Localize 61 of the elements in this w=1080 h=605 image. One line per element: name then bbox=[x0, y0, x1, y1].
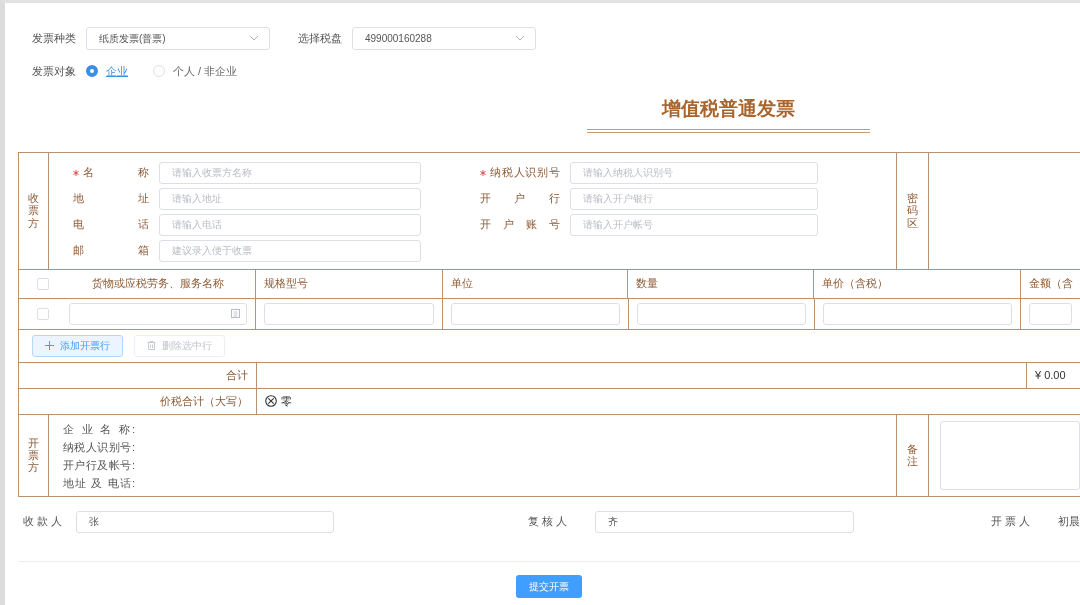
signer-label: 收 款 人 bbox=[23, 514, 64, 530]
field-label: 开 户 账 号 bbox=[480, 217, 560, 233]
input-field[interactable]: 请输入收票方名称 bbox=[159, 161, 421, 184]
input-field[interactable] bbox=[68, 302, 247, 325]
radio-label[interactable]: 个人 / 非企业 bbox=[173, 62, 238, 80]
input-field[interactable]: 请输入纳税人识别号 bbox=[570, 161, 818, 184]
plus-icon bbox=[45, 341, 54, 350]
input-field[interactable] bbox=[263, 302, 434, 325]
input-field[interactable] bbox=[1029, 302, 1072, 325]
column-header: 规格型号 bbox=[263, 276, 308, 292]
input-field[interactable]: 请输入开户银行 bbox=[570, 187, 818, 210]
input-field[interactable]: 请输入电话 bbox=[159, 213, 421, 236]
column-header: 单位 bbox=[450, 276, 473, 292]
input-field[interactable] bbox=[636, 302, 806, 325]
section-label: 密码区 bbox=[907, 192, 918, 229]
field-label: 企 业 名 称: bbox=[63, 421, 135, 437]
checkbox[interactable] bbox=[37, 307, 49, 320]
column-header: 数量 bbox=[636, 276, 659, 292]
input-field[interactable]: 齐 bbox=[595, 510, 854, 533]
input-field[interactable] bbox=[822, 302, 1013, 325]
field-label: 地址 及 电话: bbox=[63, 475, 135, 491]
select-field[interactable]: 499000160288 bbox=[352, 26, 536, 50]
trash-icon bbox=[147, 341, 156, 350]
column-header: 货物或应税劳务、服务名称 bbox=[91, 276, 224, 292]
total-label: 合计 bbox=[226, 367, 248, 383]
signer-label: 开 票 人 bbox=[990, 514, 1031, 530]
remarks-field[interactable] bbox=[940, 420, 1080, 490]
radio-button[interactable] bbox=[86, 65, 98, 77]
chevron-down-icon bbox=[515, 35, 525, 41]
field-label: 名 称 bbox=[83, 165, 149, 181]
input-field[interactable] bbox=[450, 302, 620, 325]
field-label: 电 话 bbox=[73, 217, 149, 233]
input-field[interactable]: 张 bbox=[75, 510, 334, 533]
signer-name: 初晨 bbox=[1058, 514, 1080, 530]
list-icon bbox=[230, 309, 240, 318]
section-label: 备注 bbox=[907, 442, 918, 468]
column-header: 单价（含税） bbox=[822, 276, 889, 292]
signer-label: 复 核 人 bbox=[527, 514, 569, 530]
field-label: 发票种类 bbox=[32, 30, 76, 46]
field-label: 开 户 行 bbox=[480, 191, 560, 207]
total-label: 价税合计（大写） bbox=[160, 393, 248, 409]
field-label: 发票对象 bbox=[32, 63, 76, 79]
field-label: 纳税人识别号: bbox=[63, 439, 135, 455]
field-label: 开户行及帐号: bbox=[63, 457, 135, 473]
radio-label[interactable]: 企业 bbox=[106, 62, 128, 80]
input-field[interactable]: 请输入开户帐号 bbox=[570, 213, 818, 236]
column-header: 金额（含 bbox=[1029, 276, 1073, 292]
field-label: 地 址 bbox=[73, 191, 149, 207]
chevron-down-icon bbox=[249, 35, 259, 41]
select-field[interactable]: 纸质发票(普票) bbox=[86, 26, 270, 50]
invoice-title: 增值税普通发票 bbox=[587, 95, 870, 133]
field-label: 纳税人识别号 bbox=[490, 165, 560, 181]
input-field[interactable]: 建议录入便于收票 bbox=[159, 239, 421, 262]
circled-x-icon bbox=[265, 395, 277, 407]
field-label: 选择税盘 bbox=[298, 30, 342, 46]
section-label: 收票方 bbox=[28, 192, 39, 229]
total-amount: ¥ 0.00 bbox=[1035, 367, 1066, 383]
amount-in-words: 零 bbox=[281, 393, 292, 409]
section-label: 开票方 bbox=[28, 436, 39, 474]
checkbox[interactable] bbox=[37, 277, 49, 290]
field-label: 邮 箱 bbox=[73, 243, 149, 259]
